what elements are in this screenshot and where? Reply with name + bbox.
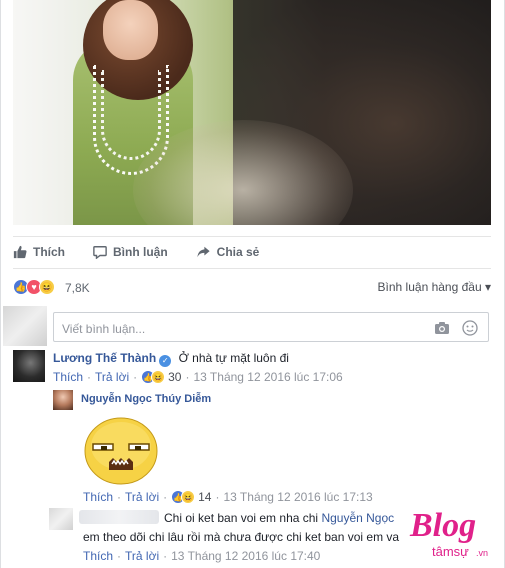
- reply-text: Chi oi ket ban voi em nha chi: [164, 511, 319, 525]
- separator-dot: ·: [163, 490, 168, 504]
- commenter-name[interactable]: Lương Thế Thành: [53, 351, 156, 365]
- reply-reaction-count[interactable]: 14: [198, 490, 211, 504]
- divider: [13, 236, 491, 237]
- emoji-icon[interactable]: [462, 320, 478, 336]
- haha-reaction-icon: 😆: [181, 490, 196, 504]
- watermark-brand: Blog: [409, 507, 476, 544]
- comment-icon: [93, 246, 107, 259]
- comment-sort-dropdown[interactable]: Bình luận hàng đầu ▾: [378, 280, 491, 294]
- comment-placeholder: Viết bình luận...: [62, 322, 146, 336]
- reply-like-link[interactable]: Thích: [83, 549, 113, 563]
- verified-badge-icon: ✓: [159, 354, 172, 367]
- reply-like-link[interactable]: Thích: [83, 490, 113, 504]
- comment-item: Lương Thế Thành ✓ Ở nhà tự mặt luôn đi Th…: [13, 350, 491, 390]
- reactions-row: 👍 ♥ 😆 7,8K Bình luận hàng đầu ▾: [13, 278, 491, 296]
- reply-meta: Thích · Trả lời · 13 Tháng 12 2016 lúc 1…: [83, 549, 320, 563]
- comment-timestamp[interactable]: 13 Tháng 12 2016 lúc 17:06: [193, 370, 342, 384]
- reply-item: Nguyễn Ngọc Thúy Diễm: [53, 390, 493, 410]
- thumbs-up-icon: [13, 245, 27, 259]
- haha-reaction-icon: 😆: [39, 279, 55, 295]
- comment-input[interactable]: Viết bình luận...: [53, 312, 489, 342]
- avatar[interactable]: [13, 350, 45, 382]
- post-photo[interactable]: [13, 0, 491, 225]
- comment-body: Lương Thế Thành ✓ Ở nhà tự mặt luôn đi: [53, 351, 289, 367]
- separator-dot: ·: [133, 370, 138, 384]
- comment-label: Bình luận: [113, 245, 168, 259]
- avatar[interactable]: [53, 390, 73, 410]
- like-label: Thích: [33, 245, 65, 259]
- camera-icon[interactable]: [434, 321, 450, 335]
- photo-face: [103, 0, 158, 60]
- blurred-avatar[interactable]: [49, 508, 73, 530]
- comment-reaction-count[interactable]: 30: [168, 370, 181, 384]
- comment-button[interactable]: Bình luận: [93, 245, 168, 259]
- reply-reply-link[interactable]: Trả lời: [125, 549, 159, 563]
- separator-dot: ·: [87, 370, 92, 384]
- separator-dot: ·: [163, 549, 168, 563]
- separator-dot: ·: [117, 549, 122, 563]
- comment-sort-label: Bình luận hàng đầu: [377, 280, 482, 294]
- like-button[interactable]: Thích: [13, 245, 65, 259]
- reply-text-line1: Chi oi ket ban voi em nha chi Nguyễn Ngọ…: [164, 511, 394, 525]
- reaction-icons[interactable]: 👍 ♥ 😆: [13, 278, 55, 296]
- watermark-sub: tâmsự: [432, 544, 469, 559]
- post-card: Thích Bình luận Chia sẻ 👍 ♥ 😆 7,8K Bình …: [0, 0, 505, 568]
- photo-pearls-inner: [101, 70, 161, 160]
- blogtamsu-watermark-logo: Blog tâmsự .vn: [408, 507, 496, 559]
- post-action-bar: Thích Bình luận Chia sẻ: [13, 238, 491, 266]
- share-label: Chia sẻ: [216, 245, 260, 259]
- reply-timestamp[interactable]: 13 Tháng 12 2016 lúc 17:13: [223, 490, 372, 504]
- haha-reaction-icon: 😆: [151, 370, 166, 384]
- mention-link[interactable]: Nguyễn Ngọc: [321, 511, 394, 525]
- reply-reply-link[interactable]: Trả lời: [125, 490, 159, 504]
- separator-dot: ·: [215, 490, 220, 504]
- watermark-suffix: .vn: [476, 548, 488, 558]
- comment-meta: Thích · Trả lời · 👍 😆 30 · 13 Tháng 12 2…: [53, 370, 343, 384]
- sticker-emoji-icon: [84, 417, 158, 485]
- reply-text-line2: em theo dõi chi lâu rồi mà chưa được chi…: [83, 530, 400, 544]
- blurred-name: [79, 510, 159, 524]
- separator-dot: ·: [185, 370, 190, 384]
- reply-timestamp[interactable]: 13 Tháng 12 2016 lúc 17:40: [171, 549, 320, 563]
- replier-name[interactable]: Nguyễn Ngọc Thúy Diễm: [81, 393, 211, 405]
- current-user-avatar: [3, 306, 47, 346]
- share-arrow-icon: [197, 246, 210, 258]
- chevron-down-icon: ▾: [484, 280, 491, 294]
- write-comment-row: Viết bình luận...: [1, 306, 505, 346]
- comment-text: Ở nhà tự mặt luôn đi: [178, 351, 289, 365]
- comment-reply-link[interactable]: Trả lời: [95, 370, 129, 384]
- comment-like-link[interactable]: Thích: [53, 370, 83, 384]
- reply-meta: Thích · Trả lời · 👍 😆 14 · 13 Tháng 12 2…: [83, 490, 373, 504]
- share-button[interactable]: Chia sẻ: [196, 245, 260, 259]
- reaction-count[interactable]: 7,8K: [65, 281, 90, 295]
- divider: [13, 268, 491, 269]
- separator-dot: ·: [117, 490, 122, 504]
